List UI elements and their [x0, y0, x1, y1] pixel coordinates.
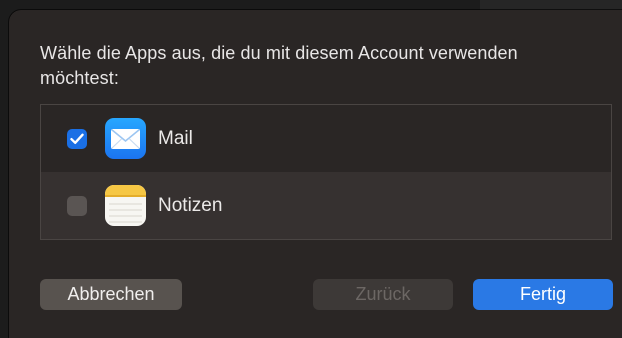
mail-icon	[105, 118, 146, 159]
app-row-mail[interactable]: Mail	[41, 105, 611, 172]
mail-checkbox[interactable]	[67, 129, 87, 149]
window-backdrop-strip	[480, 0, 622, 10]
done-button[interactable]: Fertig	[473, 279, 613, 310]
cancel-button[interactable]: Abbrechen	[40, 279, 182, 310]
notes-icon	[105, 185, 146, 226]
app-label-notes: Notizen	[158, 195, 223, 216]
back-button[interactable]: Zurück	[313, 279, 453, 310]
app-label-mail: Mail	[158, 128, 193, 149]
app-row-notes[interactable]: Notizen	[41, 172, 611, 239]
checkmark-icon	[70, 133, 84, 144]
notes-checkbox[interactable]	[67, 196, 87, 216]
account-apps-sheet: Wähle die Apps aus, die du mit diesem Ac…	[9, 10, 622, 338]
dialog-prompt: Wähle die Apps aus, die du mit diesem Ac…	[40, 43, 518, 88]
app-list: Mail Notizen	[40, 104, 612, 240]
